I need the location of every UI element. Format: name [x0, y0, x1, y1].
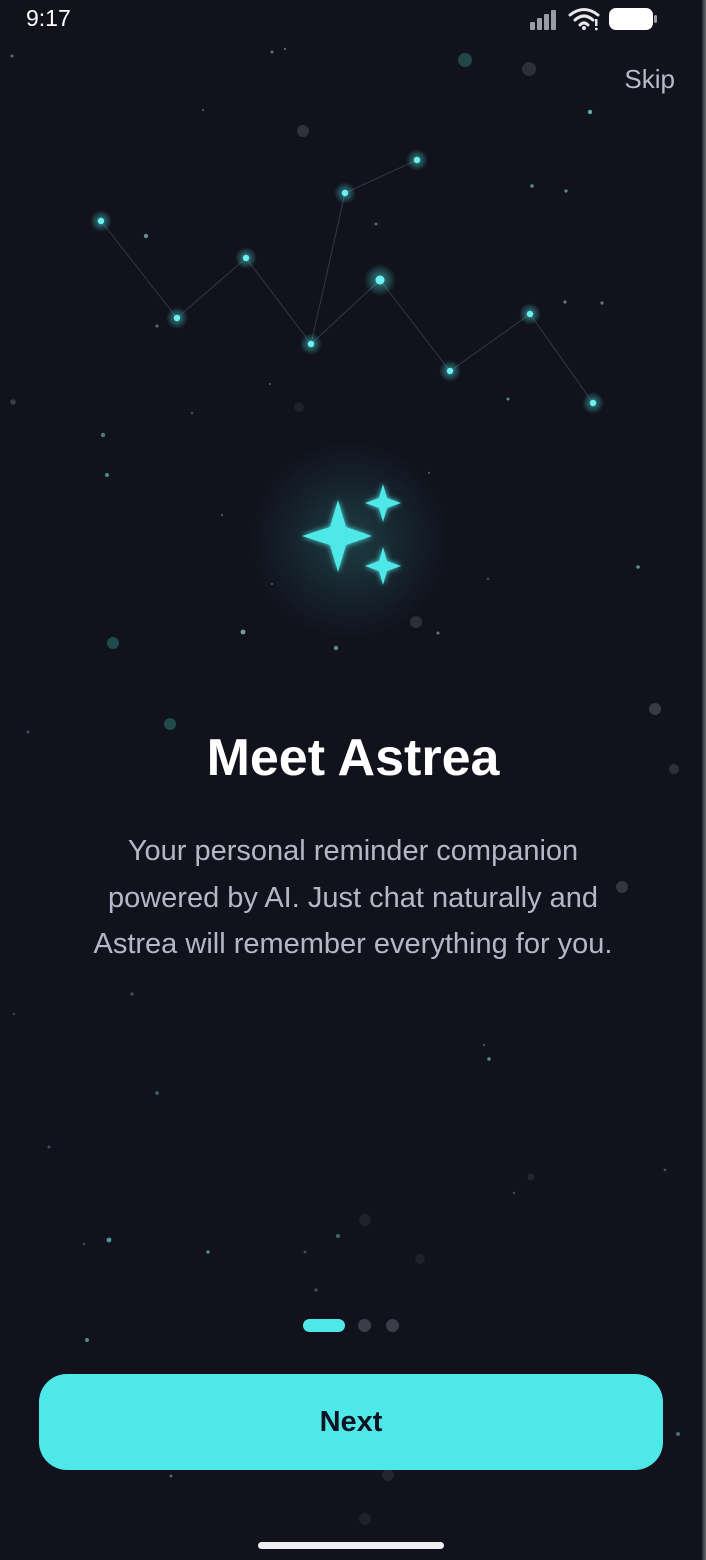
constellation-line	[176, 257, 247, 319]
device-frame-edge	[702, 0, 706, 1560]
constellation-star	[413, 156, 421, 164]
constellation-line	[245, 257, 312, 345]
background-star	[105, 473, 109, 477]
background-star	[600, 301, 604, 305]
constellation-star	[173, 314, 181, 322]
background-star	[303, 1250, 307, 1254]
onboarding-title: Meet Astrea	[206, 729, 500, 787]
battery-icon	[609, 8, 657, 30]
background-star	[587, 109, 593, 115]
background-star	[10, 54, 14, 58]
background-star	[220, 513, 224, 517]
background-star	[663, 1168, 667, 1172]
background-star	[100, 432, 106, 438]
background-star	[563, 300, 567, 304]
background-star	[155, 1091, 159, 1095]
constellation-star	[242, 254, 250, 262]
background-star	[82, 1242, 86, 1246]
wifi-icon	[568, 8, 600, 31]
background-star	[482, 1043, 486, 1047]
background-star	[47, 1145, 51, 1149]
background-star	[564, 189, 568, 193]
status-bar: 9:17	[0, 0, 706, 40]
background-star	[522, 62, 536, 76]
background-star	[382, 1469, 394, 1481]
background-star	[427, 471, 431, 475]
constellation-star	[526, 310, 534, 318]
background-star	[155, 324, 159, 328]
background-star	[85, 1338, 89, 1342]
background-star	[240, 629, 246, 635]
background-star	[359, 1513, 371, 1525]
background-star	[294, 402, 304, 412]
background-star	[206, 1250, 210, 1254]
constellation-line	[310, 192, 346, 345]
background-star	[636, 565, 640, 569]
constellation-star	[97, 217, 105, 225]
background-star	[374, 222, 378, 226]
background-star	[649, 703, 661, 715]
background-star	[283, 47, 287, 51]
constellation-star	[375, 275, 385, 285]
constellation-star	[341, 189, 349, 197]
background-star	[336, 1234, 340, 1238]
onboarding-screen: 9:17 Skip Meet Astrea Your personal remi…	[0, 0, 706, 1560]
constellation-line	[529, 313, 594, 404]
page-indicator	[0, 1318, 706, 1334]
background-star	[169, 1474, 173, 1478]
status-time: 9:17	[26, 5, 71, 31]
signal-icon	[530, 8, 562, 30]
background-star	[270, 50, 274, 54]
background-star	[487, 1057, 491, 1061]
background-star	[458, 53, 472, 67]
background-star	[486, 577, 490, 581]
background-star	[10, 399, 16, 405]
background-star	[143, 233, 149, 239]
sparkles-icon	[302, 484, 401, 585]
background-star	[201, 108, 205, 112]
background-star	[359, 1214, 371, 1226]
constellation-line	[379, 279, 451, 372]
constellation-star	[589, 399, 597, 407]
background-star	[268, 382, 272, 386]
next-button[interactable]: Next	[39, 1374, 663, 1470]
constellation-star	[307, 340, 315, 348]
description-line: Your personal reminder companion	[127, 835, 579, 867]
constellation-line	[100, 220, 178, 319]
background-star	[297, 125, 309, 137]
constellation-line	[344, 159, 418, 194]
background-star	[527, 1173, 535, 1181]
background-star	[530, 184, 534, 188]
description-line: Astrea will remember everything for you.	[93, 928, 613, 960]
background-star	[415, 1254, 425, 1264]
home-indicator[interactable]	[258, 1542, 444, 1549]
background-star	[106, 1237, 112, 1243]
page-dot-active[interactable]	[303, 1319, 345, 1332]
background-star	[314, 1288, 318, 1292]
page-dot[interactable]	[358, 1319, 371, 1332]
skip-button[interactable]: Skip	[624, 64, 675, 95]
background-star	[512, 1191, 516, 1195]
onboarding-description: Your personal reminder companion powered…	[50, 828, 656, 968]
background-star	[436, 631, 440, 635]
background-star	[333, 645, 339, 651]
description-line: powered by AI. Just chat naturally and	[107, 881, 599, 914]
background-star	[676, 1432, 680, 1436]
background-star	[107, 637, 119, 649]
background-star	[506, 397, 510, 401]
background-star	[12, 1012, 16, 1016]
background-star	[190, 411, 194, 415]
page-dot[interactable]	[386, 1319, 399, 1332]
background-star	[130, 992, 134, 996]
constellation-star	[446, 367, 454, 375]
constellation-line	[449, 313, 531, 372]
